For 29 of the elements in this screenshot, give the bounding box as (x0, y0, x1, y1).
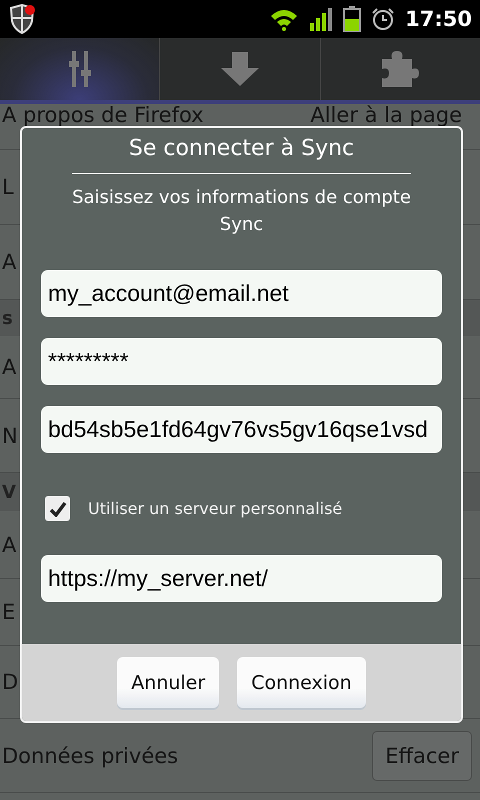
sliders-icon (68, 51, 91, 87)
signal-icon (309, 7, 334, 31)
dialog-title: Se connecter à Sync (128, 136, 356, 161)
shield-icon (8, 4, 36, 34)
checkbox-label: Utiliser un serveur personnalisé (88, 499, 342, 518)
input-field[interactable]: https://my_server.net/ (41, 555, 442, 602)
clock-time: 17:50 (405, 7, 472, 31)
dialog-button[interactable]: Annuler (117, 657, 220, 708)
setting-label: A propos de Firefox (2, 104, 204, 126)
setting-label: Données privées (2, 744, 178, 766)
setting-label: A (2, 534, 16, 556)
setting-label: A (2, 251, 16, 273)
wifi-icon (269, 7, 300, 31)
setting-label: E (2, 601, 16, 623)
checkbox[interactable] (45, 496, 70, 521)
input-field[interactable]: ********* (41, 338, 442, 385)
setting-label: N (2, 424, 18, 446)
dialog-button[interactable]: Connexion (237, 657, 366, 708)
dialog-message: Saisissez vos informations de compte Sync (71, 186, 412, 237)
input-field[interactable]: bd54sb5e1fd64gv76vs5gv16qse1vsd (41, 406, 442, 453)
battery-icon (343, 6, 362, 32)
puzzle-icon (382, 51, 419, 87)
tab[interactable] (0, 38, 160, 100)
alarm-icon (371, 7, 396, 31)
down-arrow-icon (220, 52, 259, 86)
setting-label: L (2, 176, 14, 198)
setting-label: A (2, 356, 16, 378)
input-field[interactable]: my_account@email.net (41, 270, 442, 317)
setting-label: D (2, 671, 18, 693)
